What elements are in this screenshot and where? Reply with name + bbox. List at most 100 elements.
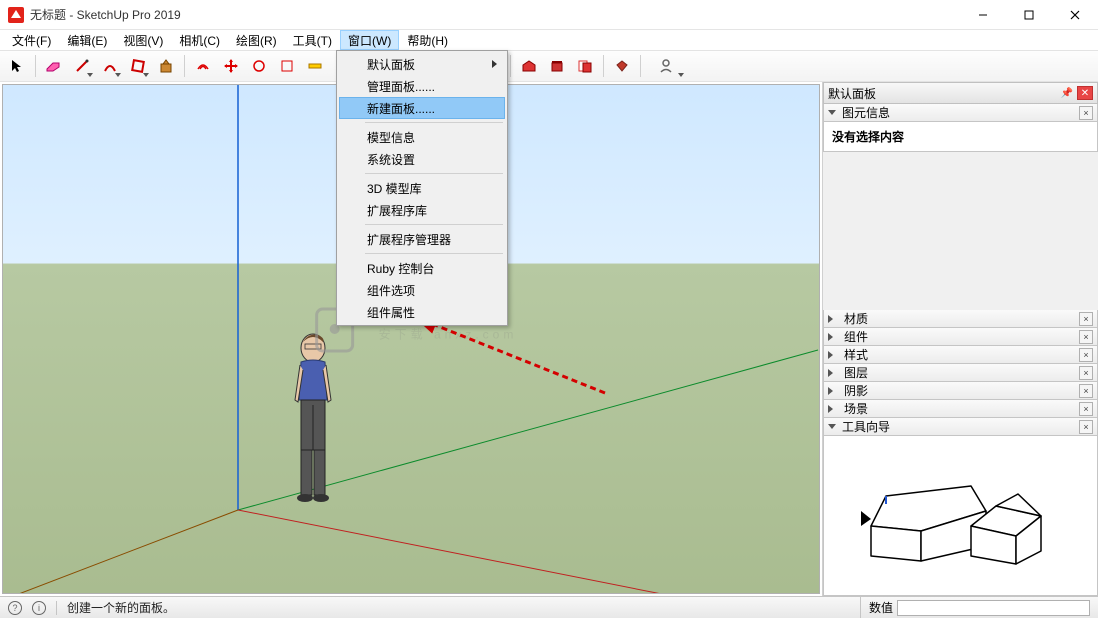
close-button[interactable]: [1052, 0, 1098, 29]
menu-item[interactable]: 3D 模型库: [339, 177, 505, 199]
toolbar: A: [0, 50, 1098, 82]
tape-tool[interactable]: [302, 53, 328, 79]
menu-item[interactable]: 模型信息: [339, 126, 505, 148]
minimize-button[interactable]: [960, 0, 1006, 29]
menu-view[interactable]: 视图(V): [115, 30, 171, 50]
menu-help[interactable]: 帮助(H): [399, 30, 456, 50]
eraser-tool[interactable]: [41, 53, 67, 79]
panel-section-header[interactable]: 阴影×: [823, 382, 1098, 400]
menu-file[interactable]: 文件(F): [4, 30, 59, 50]
info-icon[interactable]: i: [32, 601, 46, 615]
maximize-button[interactable]: [1006, 0, 1052, 29]
tray-title-label: 默认面板: [828, 85, 1057, 102]
menu-item[interactable]: Ruby 控制台: [339, 257, 505, 279]
close-tray-button[interactable]: ✕: [1077, 86, 1093, 100]
menu-item[interactable]: 新建面板......: [339, 97, 505, 119]
offset-tool[interactable]: [190, 53, 216, 79]
menu-item[interactable]: 扩展程序管理器: [339, 228, 505, 250]
menu-draw[interactable]: 绘图(R): [228, 30, 285, 50]
collapse-icon: [828, 424, 836, 429]
arc-tool[interactable]: [97, 53, 123, 79]
collapse-icon: [828, 110, 836, 115]
section-label: 阴影: [844, 382, 1079, 399]
section-label: 材质: [844, 310, 1079, 327]
window-title: 无标题 - SketchUp Pro 2019: [30, 6, 960, 23]
section-label: 图层: [844, 364, 1079, 381]
menu-camera[interactable]: 相机(C): [171, 30, 228, 50]
user-account[interactable]: [646, 53, 686, 79]
toolbar-separator: [184, 55, 185, 77]
close-panel-button[interactable]: ×: [1079, 330, 1093, 344]
section-label: 场景: [844, 400, 1079, 417]
menu-item[interactable]: 管理面板......: [339, 75, 505, 97]
panel-section-header[interactable]: 场景×: [823, 400, 1098, 418]
close-panel-button[interactable]: ×: [1079, 366, 1093, 380]
close-panel-button[interactable]: ×: [1079, 384, 1093, 398]
help-icon[interactable]: ?: [8, 601, 22, 615]
panel-section-header[interactable]: 样式×: [823, 346, 1098, 364]
select-tool[interactable]: [4, 53, 30, 79]
measurement-input[interactable]: [897, 600, 1090, 616]
menu-window[interactable]: 窗口(W): [340, 30, 399, 50]
close-panel-button[interactable]: ×: [1079, 402, 1093, 416]
expand-icon: [828, 387, 837, 395]
warehouse-tool[interactable]: [516, 53, 542, 79]
menu-item[interactable]: 组件选项: [339, 279, 505, 301]
instructor-header[interactable]: 工具向导 ×: [823, 418, 1098, 436]
menu-separator: [365, 173, 503, 174]
menu-edit[interactable]: 编辑(E): [59, 30, 115, 50]
statusbar: ? i 创建一个新的面板。 数值: [0, 596, 1098, 618]
menu-item[interactable]: 组件属性: [339, 301, 505, 323]
panel-section-header[interactable]: 组件×: [823, 328, 1098, 346]
tray-title[interactable]: 默认面板 📌 ✕: [823, 82, 1098, 104]
instructor-label: 工具向导: [842, 418, 1079, 435]
menu-separator: [365, 122, 503, 123]
titlebar: 无标题 - SketchUp Pro 2019: [0, 0, 1098, 30]
close-panel-button[interactable]: ×: [1079, 312, 1093, 326]
menubar: 文件(F) 编辑(E) 视图(V) 相机(C) 绘图(R) 工具(T) 窗口(W…: [0, 30, 1098, 50]
line-tool[interactable]: [69, 53, 95, 79]
window-menu-dropdown: 默认面板管理面板......新建面板...... 模型信息系统设置 3D 模型库扩展…: [336, 50, 508, 326]
status-separator: [56, 601, 57, 615]
menu-tools[interactable]: 工具(T): [285, 30, 340, 50]
menu-item[interactable]: 默认面板: [339, 53, 505, 75]
shape-tool[interactable]: [125, 53, 151, 79]
panel-section-header[interactable]: 材质×: [823, 310, 1098, 328]
close-panel-button[interactable]: ×: [1079, 420, 1093, 434]
toolbar-separator: [35, 55, 36, 77]
layout-tool[interactable]: [572, 53, 598, 79]
pin-icon[interactable]: 📌: [1059, 86, 1075, 100]
scale-figure: [283, 330, 363, 520]
scale-tool[interactable]: [274, 53, 300, 79]
panel-tray: 默认面板 📌 ✕ 图元信息 × 没有选择内容 材质×组件×样式×图层×阴影×场景…: [822, 82, 1098, 596]
panel-section-header[interactable]: 图层×: [823, 364, 1098, 382]
submenu-arrow-icon: [492, 60, 497, 68]
menu-item[interactable]: 扩展程序库: [339, 199, 505, 221]
toolbar-separator: [640, 55, 641, 77]
section-label: 样式: [844, 346, 1079, 363]
measurement-label: 数值: [869, 599, 893, 616]
panel-spacer: [823, 152, 1098, 310]
entity-info-header[interactable]: 图元信息 ×: [823, 104, 1098, 122]
pushpull-tool[interactable]: [153, 53, 179, 79]
close-panel-button[interactable]: ×: [1079, 106, 1093, 120]
toolbar-separator: [603, 55, 604, 77]
expand-icon: [828, 369, 837, 377]
menu-item[interactable]: 系统设置: [339, 148, 505, 170]
expand-icon: [828, 405, 837, 413]
close-panel-button[interactable]: ×: [1079, 348, 1093, 362]
entity-info-label: 图元信息: [842, 104, 1079, 121]
extension-warehouse-tool[interactable]: [544, 53, 570, 79]
entity-info-text: 没有选择内容: [832, 130, 904, 144]
move-tool[interactable]: [218, 53, 244, 79]
entity-info-body: 没有选择内容: [823, 122, 1098, 152]
status-hint: 创建一个新的面板。: [67, 599, 850, 616]
rotate-tool[interactable]: [246, 53, 272, 79]
main-area: 安下载 anxz.com 默认面板 📌 ✕ 图元信息 × 没有选择内容 材质×组…: [0, 82, 1098, 596]
section-label: 组件: [844, 328, 1079, 345]
expand-icon: [828, 351, 837, 359]
menu-separator: [365, 224, 503, 225]
ruby-tool[interactable]: [609, 53, 635, 79]
expand-icon: [828, 315, 837, 323]
expand-icon: [828, 333, 837, 341]
